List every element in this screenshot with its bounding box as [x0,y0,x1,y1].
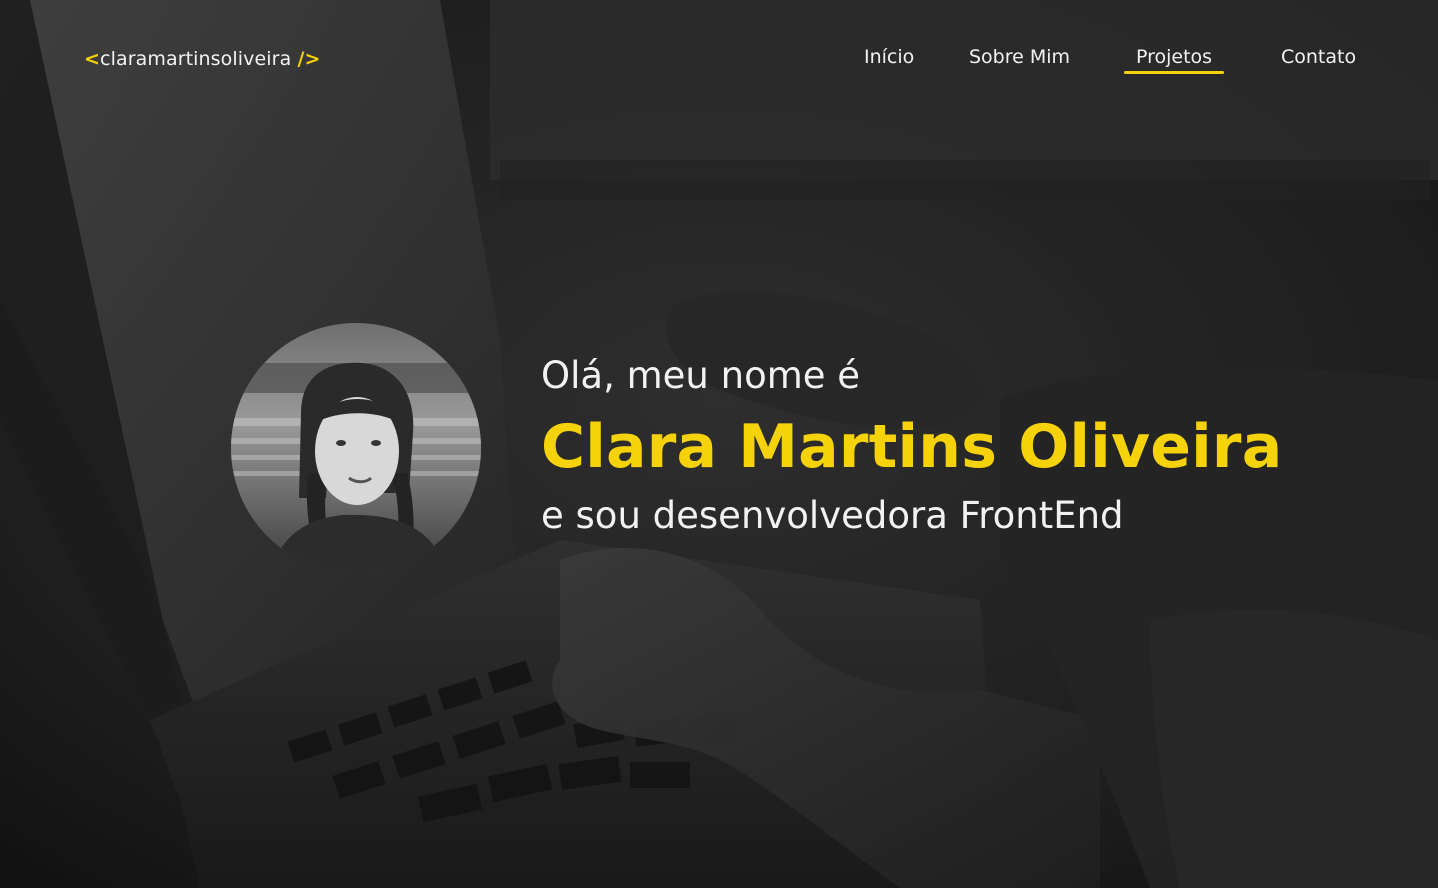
nav-item-contato[interactable]: Contato [1281,46,1356,68]
page: <claramartinsoliveira /> Início Sobre Mi… [0,0,1438,888]
active-nav-indicator [1124,71,1224,74]
site-header: <claramartinsoliveira /> Início Sobre Mi… [0,0,1438,120]
nav-item-projetos[interactable]: Projetos [1136,46,1212,68]
profile-avatar [231,323,481,573]
nav-item-inicio[interactable]: Início [864,46,914,68]
hero-name: Clara Martins Oliveira [541,412,1283,482]
hero-role: e sou desenvolvedora FrontEnd [541,494,1124,537]
hero-greeting: Olá, meu nome é [541,354,861,397]
nav-item-sobre-mim[interactable]: Sobre Mim [969,46,1070,68]
hero-section: Olá, meu nome é Clara Martins Oliveira e… [541,350,1282,542]
main-nav: Início Sobre Mim Projetos Contato [0,46,1438,86]
